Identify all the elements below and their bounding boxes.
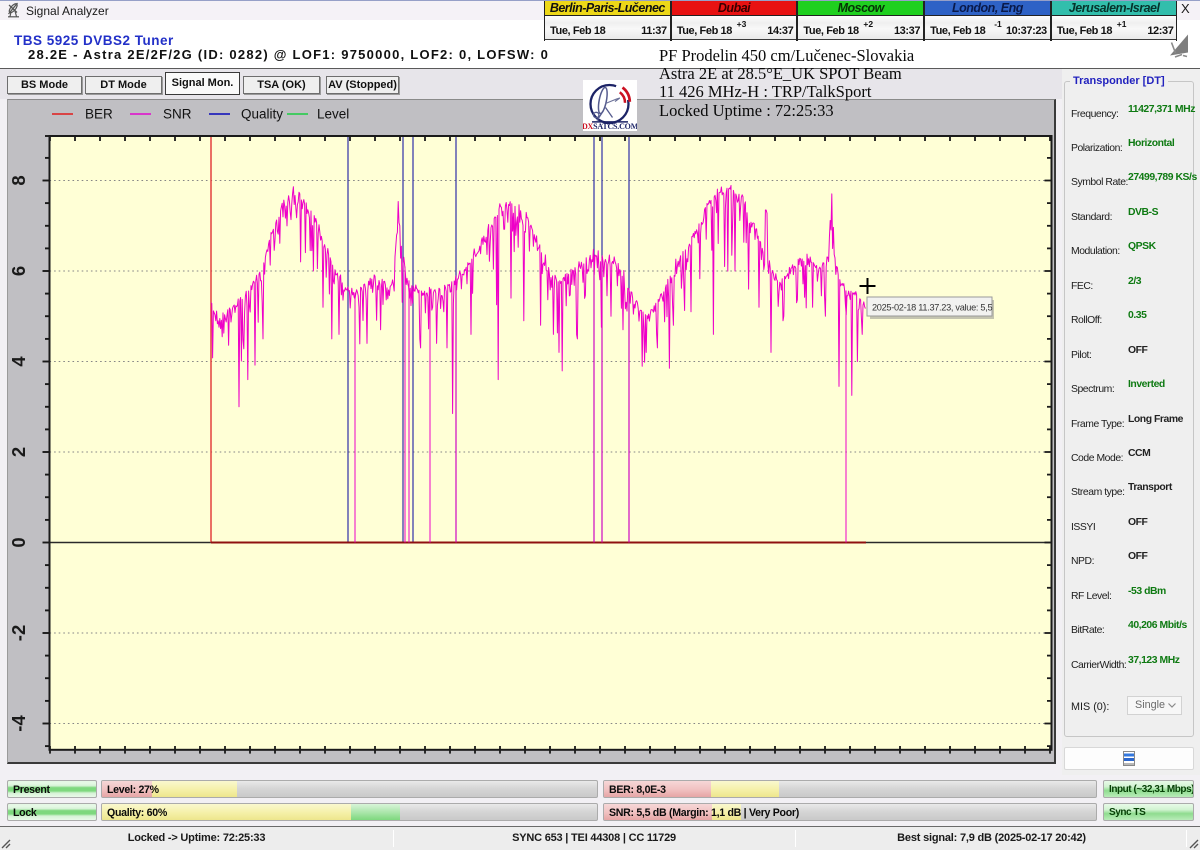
svg-text:BER: BER	[85, 107, 113, 122]
svg-text:4: 4	[8, 356, 29, 367]
svg-text:2025-02-18 11.37.23, value: 5,: 2025-02-18 11.37.23, value: 5,5	[872, 303, 992, 313]
svg-text:-2: -2	[8, 625, 29, 641]
svg-text:-4: -4	[8, 715, 29, 732]
svg-text:2: 2	[8, 447, 29, 457]
svg-text:Quality: Quality	[241, 107, 283, 122]
svg-text:8: 8	[8, 175, 29, 185]
svg-text:SNR: SNR	[163, 107, 192, 122]
svg-text:6: 6	[8, 266, 29, 276]
svg-text:DXSATCS.COM: DXSATCS.COM	[583, 122, 637, 131]
svg-text:Level: Level	[317, 107, 349, 122]
svg-text:0: 0	[8, 537, 29, 547]
